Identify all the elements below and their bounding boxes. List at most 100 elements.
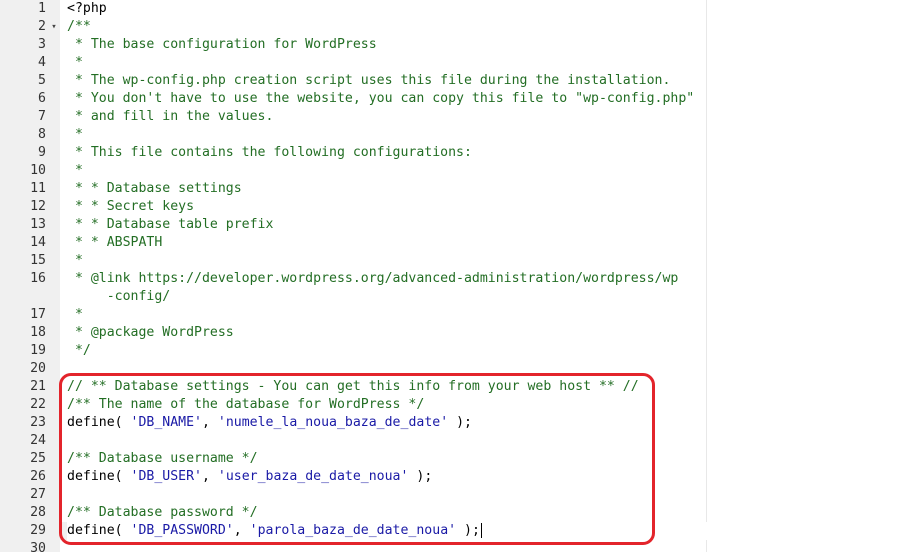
- plain-token: define(: [67, 415, 131, 430]
- line-number: 26: [30, 469, 46, 484]
- code-line[interactable]: 3 * The base configuration for WordPress: [0, 36, 904, 54]
- comment-token: *: [67, 253, 83, 268]
- code-line[interactable]: 12 * * Secret keys: [0, 198, 904, 216]
- code-line[interactable]: 29 define( 'DB_PASSWORD', 'parola_baza_de…: [0, 522, 904, 540]
- code-line[interactable]: 2 ▾ /**: [0, 18, 904, 36]
- code-line[interactable]: 19 */: [0, 342, 904, 360]
- code-line[interactable]: 7 * and fill in the values.: [0, 108, 904, 126]
- code-line[interactable]: 11 * * Database settings: [0, 180, 904, 198]
- code-line[interactable]: 22 /** The name of the database for WordP…: [0, 396, 904, 414]
- code-line[interactable]: 20: [0, 360, 904, 378]
- line-content[interactable]: /** Database username */: [67, 450, 904, 468]
- code-line[interactable]: 25 /** Database username */: [0, 450, 904, 468]
- line-content[interactable]: *: [67, 162, 904, 180]
- string-token: 'DB_PASSWORD': [130, 523, 234, 538]
- line-content[interactable]: define( 'DB_PASSWORD', 'parola_baza_de_d…: [67, 522, 904, 540]
- line-content[interactable]: *: [67, 54, 904, 72]
- line-content[interactable]: /** The name of the database for WordPre…: [67, 396, 904, 414]
- comment-token: * * Secret keys: [67, 199, 195, 214]
- line-content[interactable]: /** Database password */: [67, 504, 904, 522]
- comment-token: /**: [67, 19, 91, 34]
- line-content[interactable]: /**: [67, 18, 904, 36]
- plain-token: define(: [67, 523, 131, 538]
- comment-token: *: [67, 163, 83, 178]
- line-number: 29: [30, 523, 46, 538]
- line-content[interactable]: * @link https://developer.wordpress.org/…: [67, 270, 904, 288]
- line-content[interactable]: *: [67, 306, 904, 324]
- plain-token: );: [408, 469, 433, 484]
- code-line[interactable]: 28 /** Database password */: [0, 504, 904, 522]
- line-content[interactable]: *: [67, 126, 904, 144]
- line-number: 19: [30, 343, 46, 358]
- code-line[interactable]: 1 <?php: [0, 0, 904, 18]
- line-number: 16: [30, 271, 46, 286]
- line-content[interactable]: define( 'DB_USER', 'user_baza_de_date_no…: [67, 468, 904, 486]
- line-content[interactable]: -config/: [67, 288, 904, 306]
- string-token: 'parola_baza_de_date_noua': [249, 523, 457, 538]
- code-line[interactable]: 9 * This file contains the following con…: [0, 144, 904, 162]
- line-content[interactable]: *: [67, 252, 904, 270]
- comment-token: *: [67, 127, 83, 142]
- line-content[interactable]: * * ABSPATH: [67, 234, 904, 252]
- line-content[interactable]: * @package WordPress: [67, 324, 904, 342]
- line-number: 13: [30, 217, 46, 232]
- line-content[interactable]: define( 'DB_NAME', 'numele_la_noua_baza_…: [67, 414, 904, 432]
- code-editor[interactable]: 1 <?php 2 ▾ /** 3 * The base configuration fo…: [0, 0, 904, 556]
- line-number: 10: [30, 163, 46, 178]
- code-line[interactable]: 13 * * Database table prefix: [0, 216, 904, 234]
- line-content[interactable]: * You don't have to use the website, you…: [67, 90, 904, 108]
- line-number: 14: [30, 235, 46, 250]
- chevron-down-icon[interactable]: ▾: [49, 18, 59, 36]
- line-content[interactable]: [67, 540, 904, 558]
- string-token: 'DB_NAME': [130, 415, 202, 430]
- line-number: 20: [30, 361, 46, 376]
- code-line[interactable]: 6 * You don't have to use the website, y…: [0, 90, 904, 108]
- code-line[interactable]: 4 *: [0, 54, 904, 72]
- code-line[interactable]: 21 // ** Database settings - You can get …: [0, 378, 904, 396]
- line-content[interactable]: [67, 360, 904, 378]
- plain-token: ,: [202, 415, 218, 430]
- line-content[interactable]: <?php: [67, 0, 904, 18]
- code-line[interactable]: 30: [0, 540, 904, 558]
- code-line[interactable]: 18 * @package WordPress: [0, 324, 904, 342]
- line-content[interactable]: * * Secret keys: [67, 198, 904, 216]
- line-content[interactable]: [67, 432, 904, 450]
- code-line[interactable]: 23 define( 'DB_NAME', 'numele_la_noua_baz…: [0, 414, 904, 432]
- line-content[interactable]: */: [67, 342, 904, 360]
- code-line[interactable]: 17 *: [0, 306, 904, 324]
- code-line[interactable]: 8 *: [0, 126, 904, 144]
- line-number: 30: [30, 541, 46, 556]
- comment-token: * The wp-config.php creation script uses…: [67, 73, 671, 88]
- code-line[interactable]: 16 * @link https://developer.wordpress.o…: [0, 270, 904, 288]
- line-content[interactable]: * The wp-config.php creation script uses…: [67, 72, 904, 90]
- code-line[interactable]: 26 define( 'DB_USER', 'user_baza_de_date_…: [0, 468, 904, 486]
- line-number: 9: [38, 145, 46, 160]
- comment-token: * @link https://developer.wordpress.org/…: [67, 271, 679, 286]
- line-number: 18: [30, 325, 46, 340]
- code-line[interactable]: -config/: [0, 288, 904, 306]
- code-line[interactable]: 15 *: [0, 252, 904, 270]
- line-number: 2: [38, 19, 46, 34]
- line-content[interactable]: * The base configuration for WordPress: [67, 36, 904, 54]
- code-line[interactable]: 10 *: [0, 162, 904, 180]
- line-content[interactable]: // ** Database settings - You can get th…: [67, 378, 904, 396]
- comment-token: * * Database settings: [67, 181, 242, 196]
- line-content[interactable]: * and fill in the values.: [67, 108, 904, 126]
- comment-token: // ** Database settings - You can get th…: [67, 379, 639, 394]
- line-number: 12: [30, 199, 46, 214]
- comment-token: /** Database password */: [67, 505, 258, 520]
- comment-token: * * Database table prefix: [67, 217, 274, 232]
- comment-token: * and fill in the values.: [67, 109, 274, 124]
- line-content[interactable]: [67, 486, 904, 504]
- code-line[interactable]: 5 * The wp-config.php creation script us…: [0, 72, 904, 90]
- code-line[interactable]: 27: [0, 486, 904, 504]
- comment-token: /** The name of the database for WordPre…: [67, 397, 425, 412]
- code-lines[interactable]: 1 <?php 2 ▾ /** 3 * The base configuration fo…: [0, 0, 904, 558]
- comment-token: /** Database username */: [67, 451, 258, 466]
- line-content[interactable]: * * Database table prefix: [67, 216, 904, 234]
- line-content[interactable]: * This file contains the following confi…: [67, 144, 904, 162]
- code-line[interactable]: 24: [0, 432, 904, 450]
- line-content[interactable]: * * Database settings: [67, 180, 904, 198]
- comment-token: -config/: [67, 289, 171, 304]
- code-line[interactable]: 14 * * ABSPATH: [0, 234, 904, 252]
